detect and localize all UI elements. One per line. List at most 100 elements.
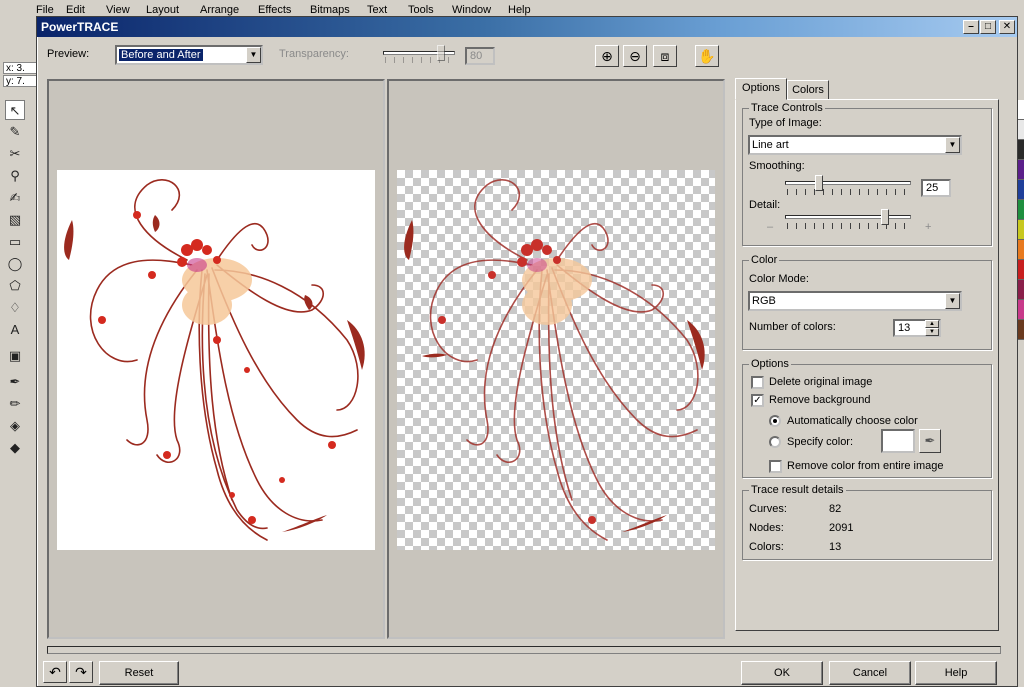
tab-options[interactable]: Options	[735, 78, 787, 100]
freehand-tool-icon[interactable]: ✍	[5, 188, 25, 208]
trace-controls-group: Trace Controls Type of Image: Line art ▼…	[742, 102, 992, 246]
zoom-out-icon[interactable]: ⊖	[623, 45, 647, 67]
help-button[interactable]: Help	[915, 661, 997, 685]
menu-bitmaps[interactable]: Bitmaps	[310, 4, 350, 16]
zoom-fit-icon[interactable]: ⧈	[653, 45, 677, 67]
fill-tool-icon[interactable]: ◈	[5, 416, 25, 436]
traced-phoenix-artwork	[404, 179, 705, 541]
ok-button[interactable]: OK	[741, 661, 823, 685]
menu-arrange[interactable]: Arrange	[200, 4, 239, 16]
auto-color-label: Automatically choose color	[787, 415, 918, 427]
specify-color-radio[interactable]	[769, 436, 781, 448]
transparency-value[interactable]: 80	[465, 47, 495, 65]
chevron-down-icon[interactable]: ▼	[945, 293, 960, 309]
before-preview-panel[interactable]	[47, 79, 385, 639]
smoothing-label: Smoothing:	[749, 160, 805, 172]
menu-file[interactable]: File	[36, 4, 54, 16]
powertrace-dialog: PowerTRACE – □ ✕ Preview: Before and Aft…	[36, 16, 1018, 687]
menu-view[interactable]: View	[106, 4, 130, 16]
delete-original-checkbox[interactable]	[751, 376, 764, 389]
nodes-label: Nodes:	[749, 522, 784, 534]
undo-icon[interactable]: ↶	[43, 661, 67, 683]
hand-pan-icon[interactable]: ✋	[695, 45, 719, 67]
reset-button[interactable]: Reset	[99, 661, 179, 685]
options-group-title: Options	[749, 358, 791, 370]
preview-value: Before and After	[119, 49, 203, 61]
minimize-icon[interactable]: –	[963, 20, 979, 34]
menu-tools[interactable]: Tools	[408, 4, 434, 16]
zoom-tool-icon[interactable]: ⚲	[5, 166, 25, 186]
eyedropper-icon[interactable]: ✒	[919, 429, 941, 453]
pick-tool-icon[interactable]: ↖	[5, 100, 25, 120]
smart-fill-tool-icon[interactable]: ▧	[5, 210, 25, 230]
specify-color-swatch[interactable]	[881, 429, 915, 453]
detail-thumb[interactable]	[881, 209, 889, 225]
text-tool-icon[interactable]: A	[5, 320, 25, 340]
outline-tool-icon[interactable]: ✏	[5, 394, 25, 414]
smoothing-value[interactable]: 25	[921, 179, 951, 197]
color-mode-value: RGB	[752, 295, 776, 307]
interactive-tool-icon[interactable]: ▣	[5, 346, 25, 366]
dialog-title: PowerTRACE	[41, 20, 119, 34]
after-preview-panel[interactable]	[387, 79, 725, 639]
number-of-colors-label: Number of colors:	[749, 321, 836, 333]
crop-tool-icon[interactable]: ✂	[5, 144, 25, 164]
interactive-fill-tool-icon[interactable]: ◆	[5, 438, 25, 458]
cancel-button[interactable]: Cancel	[829, 661, 911, 685]
remove-background-label: Remove background	[769, 394, 871, 406]
detail-label: Detail:	[749, 199, 781, 211]
colors-result-value: 13	[829, 541, 842, 553]
menu-edit[interactable]: Edit	[66, 4, 85, 16]
maximize-icon[interactable]: □	[980, 20, 996, 34]
remove-background-checkbox[interactable]: ✓	[751, 394, 764, 407]
close-icon[interactable]: ✕	[999, 20, 1015, 34]
options-group: Options Delete original image ✓ Remove b…	[742, 358, 992, 478]
original-image	[57, 170, 375, 550]
remove-color-entire-checkbox[interactable]	[769, 460, 782, 473]
spin-down-icon[interactable]: ▼	[925, 328, 939, 336]
preview-select[interactable]: Before and After ▼	[115, 45, 263, 65]
nodes-value: 2091	[829, 522, 854, 534]
menu-window[interactable]: Window	[452, 4, 491, 16]
type-of-image-select[interactable]: Line art ▼	[748, 135, 962, 155]
shape-tool-icon[interactable]: ✎	[5, 122, 25, 142]
trace-controls-title: Trace Controls	[749, 102, 825, 114]
menu-layout[interactable]: Layout	[146, 4, 179, 16]
colors-result-label: Colors:	[749, 541, 784, 553]
trace-results-title: Trace result details	[749, 484, 846, 496]
trace-results-group: Trace result details Curves: 82 Nodes: 2…	[742, 484, 992, 560]
ellipse-tool-icon[interactable]: ◯	[5, 254, 25, 274]
progress-bar	[47, 646, 1001, 654]
smoothing-ticks	[787, 189, 911, 195]
detail-minus-label: –	[767, 221, 774, 233]
color-mode-label: Color Mode:	[749, 273, 809, 285]
detail-slider[interactable]	[785, 215, 911, 219]
color-mode-select[interactable]: RGB ▼	[748, 291, 962, 311]
menu-text[interactable]: Text	[367, 4, 387, 16]
smoothing-thumb[interactable]	[815, 175, 823, 191]
spin-up-icon[interactable]: ▲	[925, 320, 939, 328]
smoothing-slider[interactable]	[785, 181, 911, 185]
specify-color-label: Specify color:	[787, 436, 854, 448]
curves-value: 82	[829, 503, 842, 515]
type-of-image-label: Type of Image:	[749, 117, 822, 129]
app-toolbox: x: 3. y: 7. ↖ ✎ ✂ ⚲ ✍ ▧ ▭ ◯ ⬠ ♢ A ▣ ✒ ✏ …	[0, 16, 40, 687]
eyedropper-tool-icon[interactable]: ✒	[5, 372, 25, 392]
auto-color-radio[interactable]	[769, 415, 781, 427]
coord-x: x: 3.	[3, 62, 37, 74]
delete-original-label: Delete original image	[769, 376, 873, 388]
options-tab-body: Trace Controls Type of Image: Line art ▼…	[735, 99, 999, 631]
redo-icon[interactable]: ↷	[69, 661, 93, 683]
menu-effects[interactable]: Effects	[258, 4, 291, 16]
zoom-in-icon[interactable]: ⊕	[595, 45, 619, 67]
basic-shapes-tool-icon[interactable]: ♢	[5, 298, 25, 318]
tab-colors[interactable]: Colors	[787, 80, 829, 100]
rectangle-tool-icon[interactable]: ▭	[5, 232, 25, 252]
title-bar[interactable]: PowerTRACE – □ ✕	[37, 17, 1017, 37]
type-of-image-value: Line art	[752, 139, 789, 151]
chevron-down-icon[interactable]: ▼	[246, 47, 261, 63]
menu-help[interactable]: Help	[508, 4, 531, 16]
transparency-thumb[interactable]	[437, 45, 445, 61]
polygon-tool-icon[interactable]: ⬠	[5, 276, 25, 296]
chevron-down-icon[interactable]: ▼	[945, 137, 960, 153]
